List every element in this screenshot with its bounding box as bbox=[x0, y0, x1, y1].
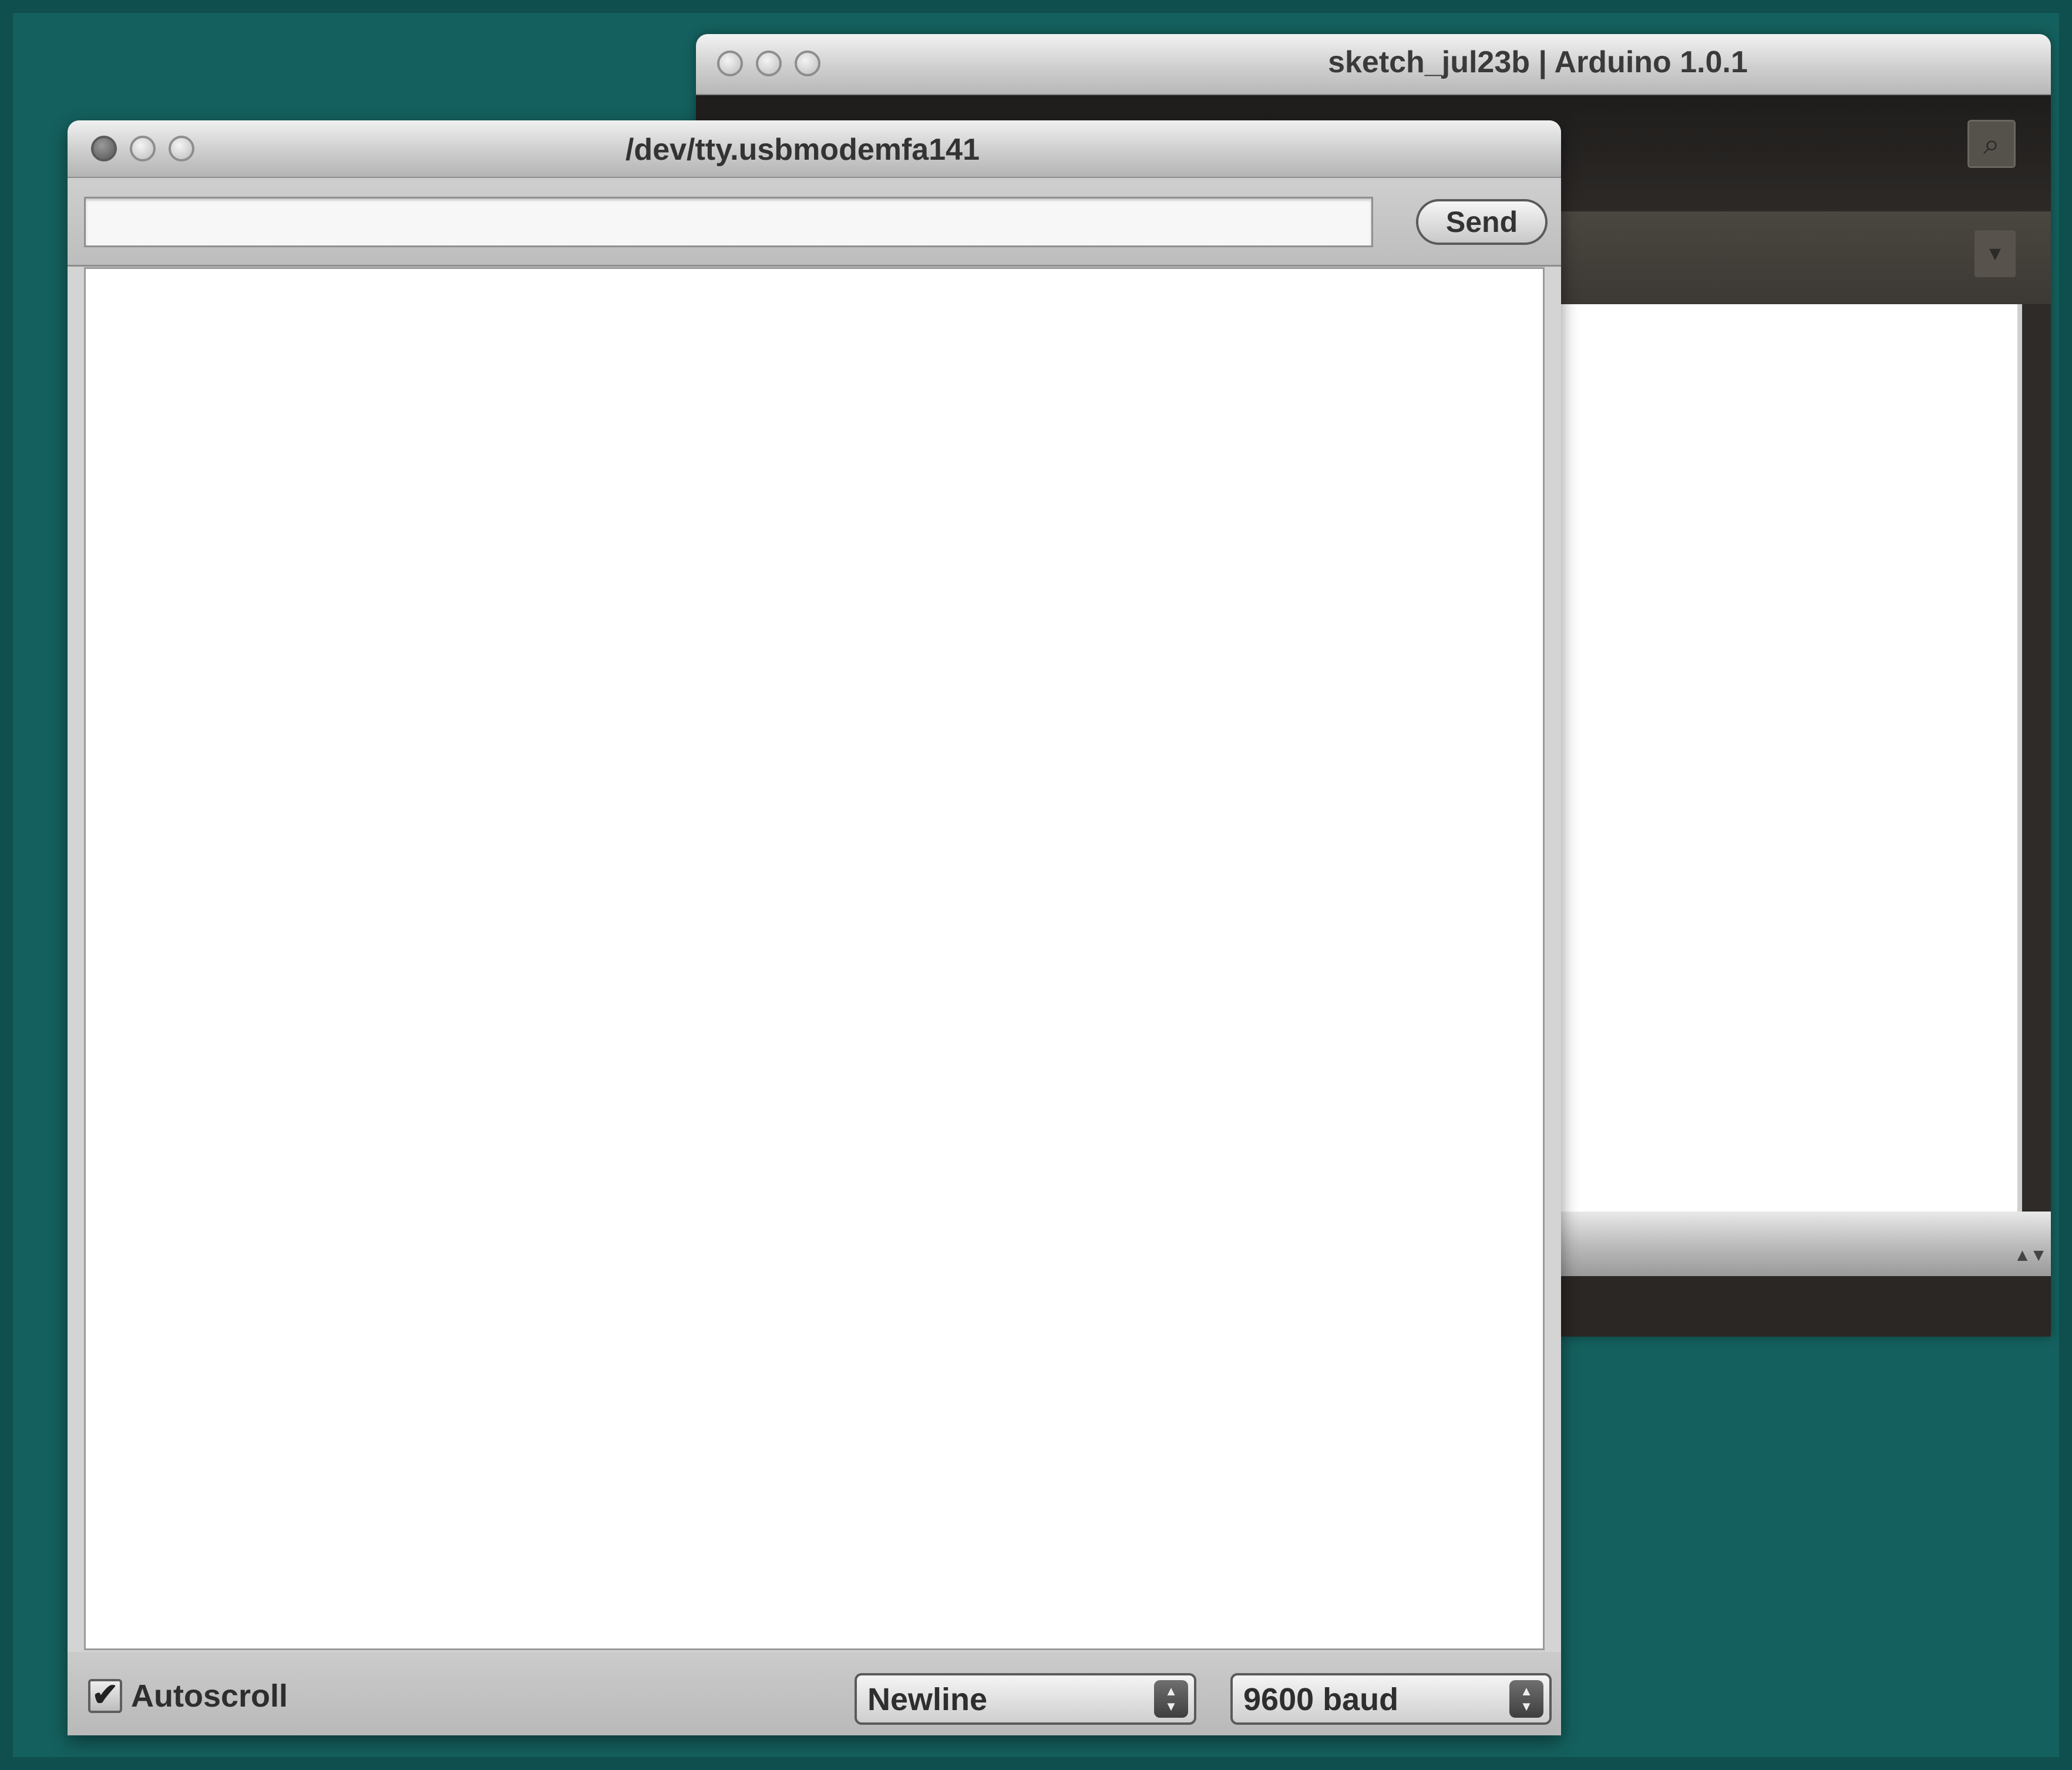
autoscroll-label: Autoscroll bbox=[131, 1678, 288, 1714]
scroll-arrows-icon[interactable]: ▲▼ bbox=[2014, 1246, 2047, 1266]
up-down-arrows-icon: ▲ ▼ bbox=[1509, 1680, 1543, 1718]
up-down-arrows-icon: ▲ ▼ bbox=[1154, 1680, 1188, 1718]
autoscroll-checkbox[interactable]: ✔ bbox=[88, 1679, 122, 1713]
send-row: Send bbox=[68, 178, 1561, 267]
baud-rate-value: 9600 baud bbox=[1243, 1682, 1399, 1717]
line-ending-select[interactable]: Newline ▲ ▼ bbox=[855, 1673, 1196, 1725]
serial-titlebar[interactable]: /dev/tty.usbmodemfa141 bbox=[68, 120, 1561, 178]
baud-rate-select[interactable]: 9600 baud ▲ ▼ bbox=[1230, 1673, 1552, 1725]
serial-output-area[interactable] bbox=[84, 267, 1545, 1650]
ide-titlebar[interactable]: sketch_jul23b | Arduino 1.0.1 bbox=[696, 34, 2051, 95]
line-ending-value: Newline bbox=[867, 1682, 988, 1717]
serial-status-bar: ✔ Autoscroll Newline ▲ ▼ 9600 baud ▲ ▼ bbox=[68, 1652, 1561, 1735]
serial-window-title: /dev/tty.usbmodemfa141 bbox=[625, 133, 980, 167]
ide-window-title: sketch_jul23b | Arduino 1.0.1 bbox=[1328, 45, 1748, 79]
chevron-down-icon[interactable]: ▼ bbox=[1975, 230, 2016, 277]
serial-monitor-window: /dev/tty.usbmodemfa141 Send ✔ Autoscroll… bbox=[68, 120, 1561, 1735]
magnifier-icon[interactable]: ⌕ bbox=[1967, 120, 2016, 168]
send-button[interactable]: Send bbox=[1416, 199, 1548, 245]
send-input[interactable] bbox=[84, 197, 1373, 247]
